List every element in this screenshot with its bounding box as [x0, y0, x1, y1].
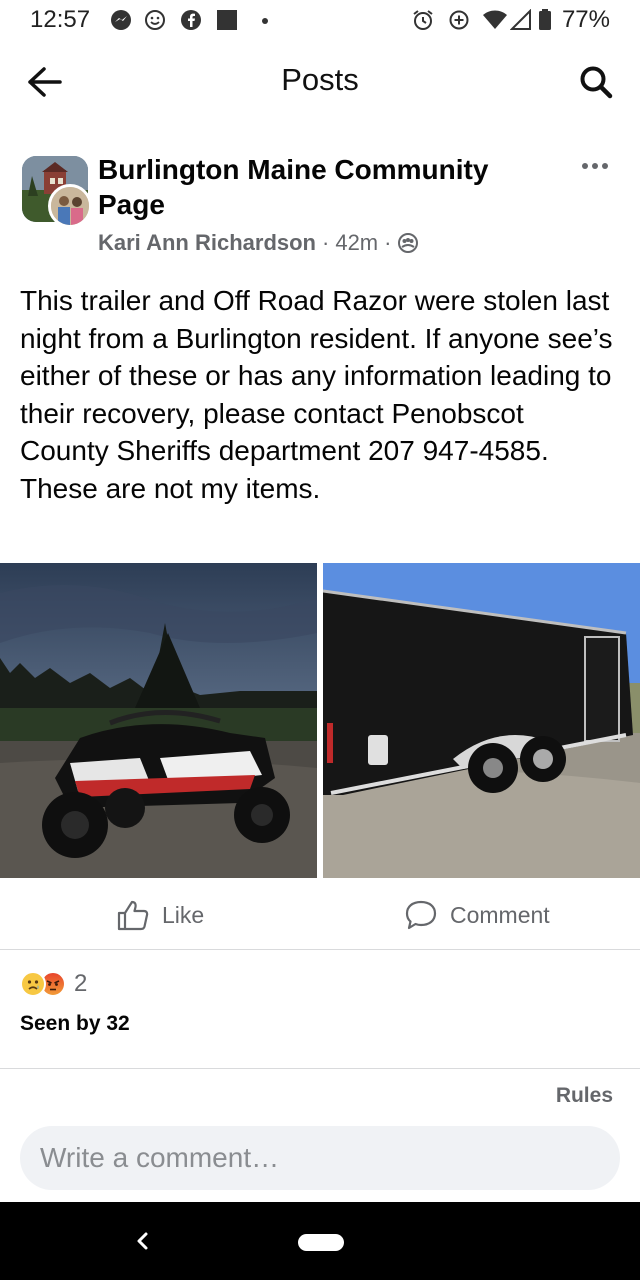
post-meta: Kari Ann Richardson · 42m · — [98, 230, 419, 256]
reaction-count: 2 — [74, 970, 88, 997]
top-app-bar: Posts — [0, 40, 640, 124]
post-actions: Like Comment — [0, 880, 640, 950]
trailer-photo — [323, 563, 640, 878]
system-nav-bar — [0, 1202, 640, 1280]
smiley-icon — [145, 10, 165, 30]
comment-placeholder: Write a comment… — [40, 1142, 280, 1173]
group-name[interactable]: Burlington Maine Community Page — [98, 152, 538, 222]
thumbs-up-icon — [117, 900, 149, 931]
meta-separator: · — [322, 230, 330, 255]
comment-label: Comment — [450, 901, 550, 928]
messenger-icon — [111, 10, 131, 30]
wifi-icon — [483, 10, 507, 29]
more-options-button[interactable] — [580, 154, 610, 178]
sad-reaction-icon — [20, 971, 46, 997]
more-dot — [592, 163, 598, 169]
like-button[interactable]: Like — [116, 880, 204, 950]
reactions-summary[interactable]: 2 — [20, 970, 87, 998]
status-time: 12:57 — [30, 6, 91, 33]
photo-off-road-utv[interactable] — [0, 563, 317, 878]
more-dot — [602, 163, 608, 169]
data-saver-icon — [449, 10, 469, 30]
author-name[interactable]: Kari Ann Richardson — [98, 230, 316, 256]
like-label: Like — [162, 901, 205, 928]
photo-enclosed-trailer[interactable] — [323, 563, 640, 878]
post-time[interactable]: 42m — [335, 230, 378, 256]
alarm-icon — [413, 10, 433, 30]
post-header: Burlington Maine Community Page Kari Ann… — [0, 140, 640, 270]
utv-photo — [0, 563, 317, 878]
comment-bubble-icon — [405, 900, 437, 930]
comment-button[interactable]: Comment — [404, 880, 550, 950]
page-title: Posts — [281, 62, 359, 97]
signal-icon — [510, 9, 531, 30]
nav-back-icon[interactable] — [128, 1226, 156, 1256]
battery-icon — [539, 9, 551, 30]
rules-link[interactable]: Rules — [556, 1084, 613, 1108]
square-icon — [217, 10, 237, 30]
battery-percent: 77% — [561, 6, 610, 33]
seen-by-count[interactable]: Seen by 32 — [20, 1012, 130, 1036]
meta-separator: · — [384, 230, 392, 255]
section-divider — [0, 1068, 640, 1069]
nav-home-pill[interactable] — [298, 1234, 344, 1251]
author-avatar[interactable] — [48, 184, 92, 228]
search-button[interactable] — [574, 60, 618, 104]
group-privacy-icon — [398, 233, 419, 253]
facebook-icon — [181, 10, 201, 30]
more-dot — [582, 163, 588, 169]
dot-icon — [262, 18, 268, 24]
author-photo-icon — [51, 187, 89, 225]
comment-input[interactable]: Write a comment… — [20, 1126, 620, 1190]
status-bar: 12:57 77% — [0, 0, 640, 40]
post-photos — [0, 563, 640, 878]
post-body: This trailer and Off Road Razor were sto… — [20, 285, 613, 504]
search-icon — [580, 66, 613, 99]
